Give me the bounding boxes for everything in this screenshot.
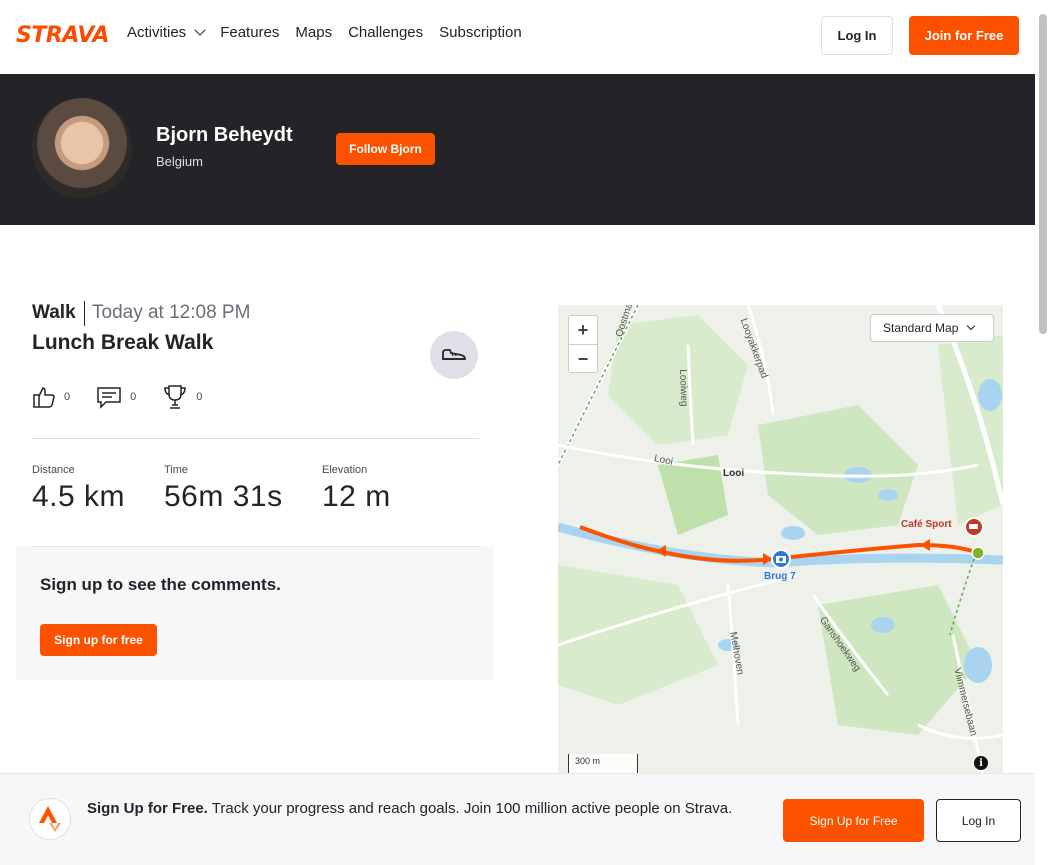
trophy-icon (164, 385, 187, 409)
stat-value: 56m 31s (164, 480, 283, 513)
join-button[interactable]: Join for Free (909, 16, 1019, 55)
poi-label: Café Sport (901, 519, 952, 530)
map-scale: 300 m (568, 754, 638, 774)
road-label: Looiweg (677, 369, 690, 407)
athlete-header: Bjorn Beheydt Belgium Follow Bjorn (0, 74, 1035, 225)
nav-challenges[interactable]: Challenges (348, 24, 423, 41)
top-nav: STRAVA Activities Features Maps Challeng… (0, 0, 1035, 74)
signup-button[interactable]: Sign Up for Free (783, 799, 924, 842)
achievements-count: 0 (196, 391, 203, 403)
zoom-controls: + − (568, 315, 598, 373)
nav-maps[interactable]: Maps (295, 24, 332, 41)
divider (32, 438, 479, 439)
signup-banner: Sign Up for Free. Track your progress an… (0, 773, 1035, 865)
comments-count: 0 (130, 391, 137, 403)
comments-prompt: Sign up to see the comments. (40, 575, 281, 594)
nav-subscription[interactable]: Subscription (439, 24, 522, 41)
shoe-icon (442, 349, 466, 360)
stat-distance: Distance 4.5 km (32, 464, 125, 514)
stat-label: Distance (32, 464, 75, 476)
stat-elevation: Elevation 12 m (322, 464, 391, 514)
chevron-down-icon (194, 24, 206, 36)
chevron-down-icon (967, 321, 976, 331)
athlete-name[interactable]: Bjorn Beheydt (156, 124, 293, 147)
signup-button[interactable]: Sign up for free (40, 624, 157, 656)
poi-label: Brug 7 (764, 571, 796, 582)
strava-icon (29, 798, 71, 840)
strava-chevron-icon (39, 806, 61, 832)
stat-value: 4.5 km (32, 480, 126, 513)
place-label: Looi (723, 468, 745, 479)
zoom-in-button[interactable]: + (569, 316, 597, 345)
activity-type: Walk (32, 302, 76, 323)
login-button[interactable]: Log In (936, 799, 1021, 842)
kudos-button[interactable]: 0 (32, 385, 70, 409)
avatar[interactable] (32, 98, 132, 198)
athlete-location: Belgium (156, 154, 203, 169)
kudos-count: 0 (64, 391, 71, 403)
comments-button[interactable]: 0 (96, 385, 136, 409)
map-style-select[interactable]: Standard Map (870, 314, 994, 342)
signup-headline: Sign Up for Free. (87, 800, 208, 817)
nav-menu: Activities Features Maps Challenges Subs… (127, 24, 522, 41)
nav-activities[interactable]: Activities (127, 24, 206, 41)
stat-value: 12 m (322, 480, 391, 513)
follow-button[interactable]: Follow Bjorn (336, 133, 435, 165)
stat-time: Time 56m 31s (164, 464, 283, 514)
thumbs-up-icon (33, 387, 55, 408)
map-style-label: Standard Map (883, 321, 959, 335)
strava-logo[interactable]: STRAVA (16, 25, 109, 47)
scrollbar-thumb[interactable] (1039, 14, 1047, 334)
activity-time: Today at 12:08 PM (92, 302, 251, 323)
activity-map[interactable]: Oostmalses Looyakkerpad Looiweg Looi Loo… (558, 305, 1003, 775)
stat-label: Elevation (322, 464, 368, 476)
nav-features[interactable]: Features (220, 24, 279, 41)
map-canvas (558, 305, 1003, 775)
divider (84, 301, 85, 326)
activity-title: Lunch Break Walk (32, 331, 214, 354)
login-button[interactable]: Log In (821, 16, 893, 55)
comments-panel: Sign up to see the comments. Sign up for… (16, 547, 494, 680)
nav-activities-label: Activities (127, 24, 187, 41)
social-counts: 0 0 0 (32, 384, 202, 410)
info-icon[interactable]: i (974, 756, 988, 770)
zoom-out-button[interactable]: − (569, 345, 597, 374)
gear-shoe-button[interactable] (430, 331, 478, 379)
comment-icon (97, 387, 121, 409)
stat-label: Time (164, 464, 189, 476)
signup-body: Track your progress and reach goals. Joi… (211, 800, 733, 817)
signup-banner-text: Sign Up for Free. Track your progress an… (87, 798, 747, 820)
achievements-button[interactable]: 0 (162, 384, 202, 410)
